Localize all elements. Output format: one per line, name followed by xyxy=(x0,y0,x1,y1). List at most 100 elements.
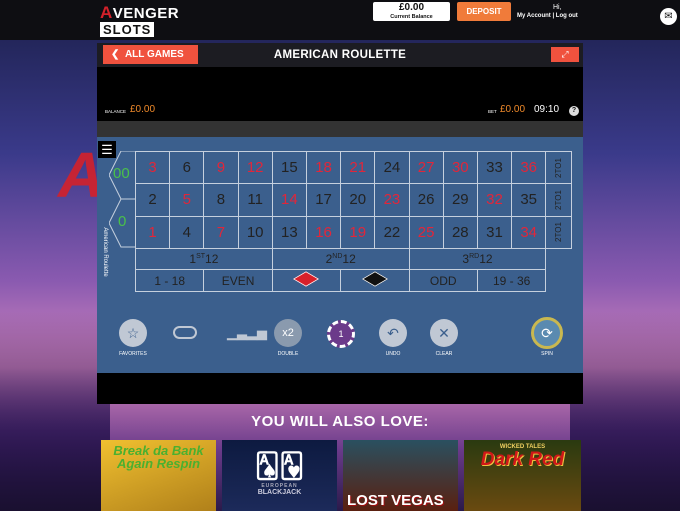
low-bet[interactable]: 1 - 18 xyxy=(134,269,205,292)
bet-value: £0.00 xyxy=(500,104,526,115)
black-bet[interactable] xyxy=(340,269,410,292)
control-bar: ☆ FAVORITES ▁▃▂▅ x2 DOUBLE 1 ↶ UNDO ✕ CL… xyxy=(97,315,583,375)
number-pocket[interactable]: 29 xyxy=(442,183,478,217)
number-pocket[interactable]: 10 xyxy=(237,215,273,249)
column-bet[interactable]: 2TO1 xyxy=(545,215,573,249)
dozen-1[interactable]: 1ST12 xyxy=(135,248,273,270)
logo-text: VENGER xyxy=(112,5,180,22)
balance-label: Current Balance xyxy=(390,14,433,20)
recommendations-title: YOU WILL ALSO LOVE: xyxy=(251,413,429,430)
number-pocket[interactable]: 7 xyxy=(203,215,239,249)
close-icon: ✕ xyxy=(438,325,450,341)
number-pocket[interactable]: 1 xyxy=(134,215,171,249)
high-bet[interactable]: 19 - 36 xyxy=(476,269,547,292)
toggle-icon[interactable] xyxy=(173,326,197,339)
odd-bet[interactable]: ODD xyxy=(408,269,478,292)
number-pocket[interactable]: 3 xyxy=(134,150,171,185)
all-games-button[interactable]: ❮ ALL GAMES xyxy=(103,45,198,64)
dozen-3[interactable]: 3RD12 xyxy=(408,248,547,270)
deposit-button[interactable]: DEPOSIT xyxy=(457,2,511,21)
number-pocket[interactable]: 5 xyxy=(169,183,205,217)
game-balance-value: £0.00 xyxy=(130,104,156,115)
number-pocket[interactable]: 2 xyxy=(134,183,171,217)
number-pocket[interactable]: 33 xyxy=(476,150,513,185)
column-bet-label: 2TO1 xyxy=(553,157,563,178)
number-pocket[interactable]: 4 xyxy=(169,215,205,249)
bet-label: BET xyxy=(488,109,497,114)
thumb-title: BLACKJACK xyxy=(257,489,302,496)
game-thumbnail-european-blackjack[interactable]: 🂡🂱 EUROPEAN BLACKJACK xyxy=(222,440,337,511)
number-pocket[interactable]: 8 xyxy=(203,183,239,217)
game-window: AMERICAN ROULETTE ❮ ALL GAMES ⤢ BALANCE … xyxy=(97,43,583,404)
column-bet-label: 2TO1 xyxy=(553,222,563,243)
game-thumbnail-lost-vegas[interactable]: LOST VEGAS xyxy=(343,440,458,511)
column-bet[interactable]: 2TO1 xyxy=(545,183,573,217)
spin-button[interactable]: ⟳ xyxy=(531,317,563,349)
thumb-title: Break da Bank Again Respin xyxy=(113,443,204,471)
clock: 09:10 xyxy=(534,104,560,115)
number-pocket[interactable]: 28 xyxy=(442,215,478,249)
number-pocket[interactable]: 14 xyxy=(271,183,307,217)
number-pocket[interactable]: 22 xyxy=(374,215,410,249)
stats-icon[interactable]: ▁▃▂▅ xyxy=(227,325,267,341)
dozen-2[interactable]: 2ND12 xyxy=(271,248,410,270)
number-pocket[interactable]: 26 xyxy=(408,183,444,217)
grid-row: 3 6 9 12 15 18 21 24 27 30 33 36 2TO1 xyxy=(134,150,573,185)
number-pocket[interactable]: 15 xyxy=(271,150,307,185)
number-pocket[interactable]: 13 xyxy=(271,215,307,249)
roulette-table: ☰ American Roulette 00 0 3 6 9 12 15 18 21 24 27… xyxy=(97,137,583,373)
logo-letter-a: A xyxy=(100,3,113,22)
game-balance-label: BALANCE xyxy=(105,109,127,114)
undo-icon: ↶ xyxy=(387,325,399,341)
number-pocket[interactable]: 18 xyxy=(305,150,342,185)
help-icon[interactable]: ? xyxy=(569,106,579,116)
undo-label: UNDO xyxy=(385,351,401,357)
chip-selector[interactable]: 1 xyxy=(327,320,355,348)
expand-icon[interactable]: ⤢ xyxy=(551,47,579,62)
number-pocket[interactable]: 27 xyxy=(408,150,444,185)
number-pocket[interactable]: 34 xyxy=(511,215,547,249)
game-thumbnail-break-da-bank[interactable]: Break da Bank Again Respin xyxy=(101,440,216,511)
favorites-label: FAVORITES xyxy=(119,351,147,357)
number-pocket[interactable]: 21 xyxy=(340,150,376,185)
playing-cards-icon: 🂡🂱 xyxy=(254,453,305,480)
site-logo[interactable]: AVENGER SLOTS xyxy=(100,3,180,37)
number-pocket[interactable]: 24 xyxy=(374,150,410,185)
number-pocket[interactable]: 19 xyxy=(340,215,376,249)
number-pocket[interactable]: 20 xyxy=(340,183,376,217)
even-bet[interactable]: EVEN xyxy=(203,269,273,292)
column-bet-label: 2TO1 xyxy=(553,190,563,210)
column-bet[interactable]: 2TO1 xyxy=(545,150,573,185)
number-pocket[interactable]: 12 xyxy=(237,150,273,185)
number-pocket[interactable]: 32 xyxy=(476,183,513,217)
balance-value: £0.00 xyxy=(398,2,425,13)
number-pocket[interactable]: 11 xyxy=(237,183,273,217)
game-thumbnail-dark-red[interactable]: WICKED TALES Dark Red xyxy=(464,440,581,511)
zero-pocket[interactable]: 0 xyxy=(118,213,126,230)
red-bet[interactable] xyxy=(271,269,342,292)
number-pocket[interactable]: 35 xyxy=(511,183,547,217)
double-zero-pocket[interactable]: 00 xyxy=(113,165,130,182)
top-bar: AVENGER SLOTS £0.00 Current Balance DEPO… xyxy=(0,0,680,40)
account-links[interactable]: My Account | Log out xyxy=(517,13,578,19)
red-diamond-icon xyxy=(293,271,320,287)
info-bar: BALANCE £0.00 BET £0.00 09:10 ? xyxy=(97,103,583,121)
number-pocket[interactable]: 36 xyxy=(511,150,547,185)
black-diamond-icon xyxy=(361,271,388,287)
number-pocket[interactable]: 30 xyxy=(442,150,478,185)
undo-button[interactable]: ↶ xyxy=(379,319,407,347)
number-pocket[interactable]: 9 xyxy=(203,150,239,185)
grid-row: 1 4 7 10 13 16 19 22 25 28 31 34 2TO1 xyxy=(134,215,573,249)
number-pocket[interactable]: 6 xyxy=(169,150,205,185)
number-pocket[interactable]: 31 xyxy=(476,215,513,249)
city-skyline-left xyxy=(0,311,110,511)
number-pocket[interactable]: 23 xyxy=(374,183,410,217)
favorites-button[interactable]: ☆ xyxy=(119,319,147,347)
mail-icon[interactable]: ✉ xyxy=(660,8,677,25)
number-pocket[interactable]: 16 xyxy=(305,215,342,249)
number-pocket[interactable]: 17 xyxy=(305,183,342,217)
double-button[interactable]: x2 xyxy=(274,319,302,347)
number-pocket[interactable]: 25 xyxy=(408,215,444,249)
clear-button[interactable]: ✕ xyxy=(430,319,458,347)
logo-wordmark: AVENGER xyxy=(100,3,180,22)
